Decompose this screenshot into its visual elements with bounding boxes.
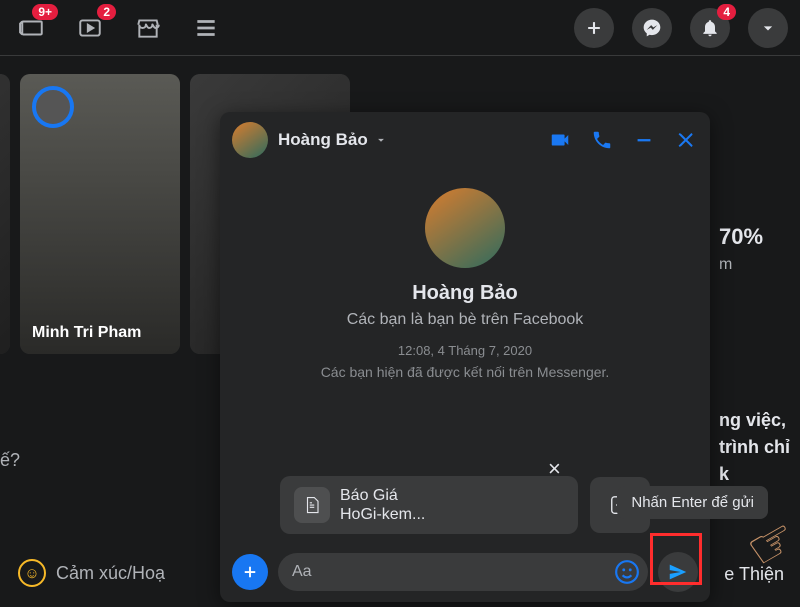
chat-body[interactable]: Hoàng Bảo Các bạn là bạn bè trên Faceboo… xyxy=(220,168,710,476)
chat-timestamp: 12:08, 4 Tháng 7, 2020 xyxy=(232,343,698,358)
marketplace-icon[interactable] xyxy=(128,8,168,48)
messenger-button[interactable] xyxy=(632,8,672,48)
emoji-button[interactable] xyxy=(614,559,640,585)
attachment-subtitle: HoGi-kem... xyxy=(340,505,425,524)
message-input[interactable]: Aa xyxy=(278,553,648,591)
friends-line: Các bạn là bạn bè trên Facebook xyxy=(232,311,698,329)
story-card[interactable]: Minh Tri Pham xyxy=(20,74,180,354)
attachment-chip[interactable]: × Báo Giá HoGi-kem... xyxy=(280,476,578,534)
account-button[interactable] xyxy=(748,8,788,48)
message-placeholder: Aa xyxy=(292,563,312,581)
watch-icon[interactable]: 2 xyxy=(70,8,110,48)
story-avatar-ring xyxy=(32,86,74,128)
minimize-button[interactable] xyxy=(632,128,656,152)
profile-name: Hoàng Bảo xyxy=(232,282,698,305)
send-tooltip: Nhấn Enter để gửi xyxy=(617,486,768,519)
chat-avatar[interactable] xyxy=(232,122,268,158)
feeling-label[interactable]: Cảm xúc/Hoạ xyxy=(56,563,165,584)
send-button[interactable] xyxy=(658,552,698,592)
chat-title[interactable]: Hoàng Bảo xyxy=(278,130,388,150)
video-call-button[interactable] xyxy=(548,128,572,152)
chat-popup: Hoàng Bảo Hoàng Bảo Các bạn là bạn bè tr… xyxy=(220,112,710,602)
notifications-button[interactable]: 4 xyxy=(690,8,730,48)
close-button[interactable] xyxy=(674,128,698,152)
composer-hint: ế? xyxy=(0,450,20,471)
watch-badge: 2 xyxy=(97,4,116,20)
home-icon[interactable]: 9+ xyxy=(12,8,52,48)
story-card[interactable] xyxy=(0,74,10,354)
file-icon xyxy=(294,487,330,523)
profile-avatar[interactable] xyxy=(425,188,505,268)
side-panel: 70% m ng việc, trình chỉ k vn xyxy=(719,220,790,517)
chat-title-text: Hoàng Bảo xyxy=(278,130,368,150)
feeling-icon[interactable]: ☺ xyxy=(18,559,46,587)
create-button[interactable] xyxy=(574,8,614,48)
audio-call-button[interactable] xyxy=(590,128,614,152)
home-badge: 9+ xyxy=(32,4,58,20)
menu-icon[interactable] xyxy=(186,8,226,48)
more-actions-button[interactable] xyxy=(232,554,268,590)
connected-line: Các bạn hiện đã được kết nối trên Messen… xyxy=(232,364,698,380)
notifications-badge: 4 xyxy=(717,4,736,20)
story-author: Minh Tri Pham xyxy=(32,323,168,342)
attachment-title: Báo Giá xyxy=(340,486,425,505)
remove-attachment-button[interactable]: × xyxy=(548,456,572,480)
chevron-down-icon xyxy=(374,133,388,147)
side-footer: e Thiện xyxy=(724,564,784,585)
